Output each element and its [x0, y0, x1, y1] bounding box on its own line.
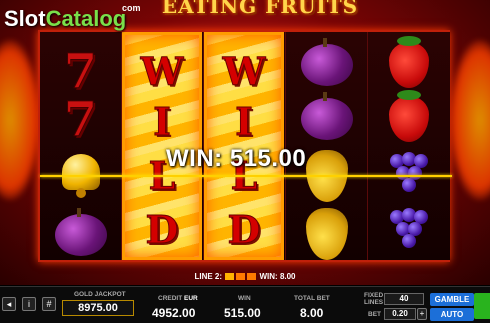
currency-label: EUR	[184, 295, 198, 302]
plus-icon[interactable]: +	[417, 308, 427, 320]
plum-symbol	[54, 208, 107, 256]
game-area: EATING FRUITS 7 7 W I L D W I L D WIN: 5…	[0, 0, 490, 285]
seven-symbol: 7	[63, 92, 98, 149]
wild-letter-i: I	[235, 99, 254, 145]
line-win-value: WIN: 8.00	[259, 272, 296, 281]
gamble-button[interactable]: GAMBLE	[430, 293, 474, 306]
reel-1: 7 7	[40, 32, 122, 260]
spin-button[interactable]	[474, 293, 490, 319]
plum-symbol	[300, 38, 353, 86]
total-bet-value: 8.00	[300, 306, 324, 320]
line-win-info: LINE 2: WIN: 8.00	[0, 272, 490, 285]
line-number: LINE 2:	[194, 272, 223, 281]
wild-letter-w: W	[140, 49, 184, 95]
logo-part2: Catalog	[45, 6, 127, 31]
jackpot-value: 8975.00	[62, 300, 134, 316]
wild-letter-d: D	[227, 207, 261, 253]
bet-label: BET	[368, 311, 381, 318]
grapes-symbol	[387, 206, 431, 256]
bell-symbol	[58, 150, 104, 198]
wild-letter-d: D	[145, 207, 179, 253]
reel-5	[368, 32, 450, 260]
bet-value[interactable]: 0.20	[384, 308, 416, 320]
win-label: WIN	[238, 295, 251, 302]
fixed-lines-label: FIXED LINES	[364, 292, 384, 306]
logo-part1: Slot	[4, 6, 46, 31]
paytable-icon[interactable]: #	[42, 297, 56, 311]
plum-symbol	[300, 92, 353, 140]
sound-icon[interactable]: ◂	[2, 297, 16, 311]
game-title: EATING FRUITS	[161, 0, 359, 18]
auto-button[interactable]: AUTO	[430, 308, 474, 321]
credit-value: 4952.00	[152, 306, 196, 320]
credit-label: CREDIT	[158, 295, 183, 302]
win-value: 515.00	[224, 306, 261, 320]
flame-right	[450, 40, 490, 200]
watermark-logo: SlotCatalog com	[4, 3, 141, 32]
jackpot-label: GOLD JACKPOT	[74, 291, 126, 298]
fixed-lines-value: 40	[384, 293, 424, 305]
logo-suffix: com	[122, 3, 141, 13]
control-bar: ◂ i # GOLD JACKPOT 8975.00 CREDIT EUR 49…	[0, 286, 490, 323]
total-bet-label: TOTAL BET	[294, 295, 330, 302]
win-line	[40, 175, 452, 177]
wild-letter-i: I	[153, 99, 172, 145]
flame-left	[0, 40, 40, 200]
win-amount-banner: WIN: 515.00	[166, 145, 307, 172]
strawberry-symbol	[389, 36, 429, 88]
strawberry-symbol	[389, 90, 429, 142]
pear-symbol	[305, 208, 348, 260]
info-icon[interactable]: i	[22, 297, 36, 311]
wild-letter-w: W	[222, 49, 266, 95]
